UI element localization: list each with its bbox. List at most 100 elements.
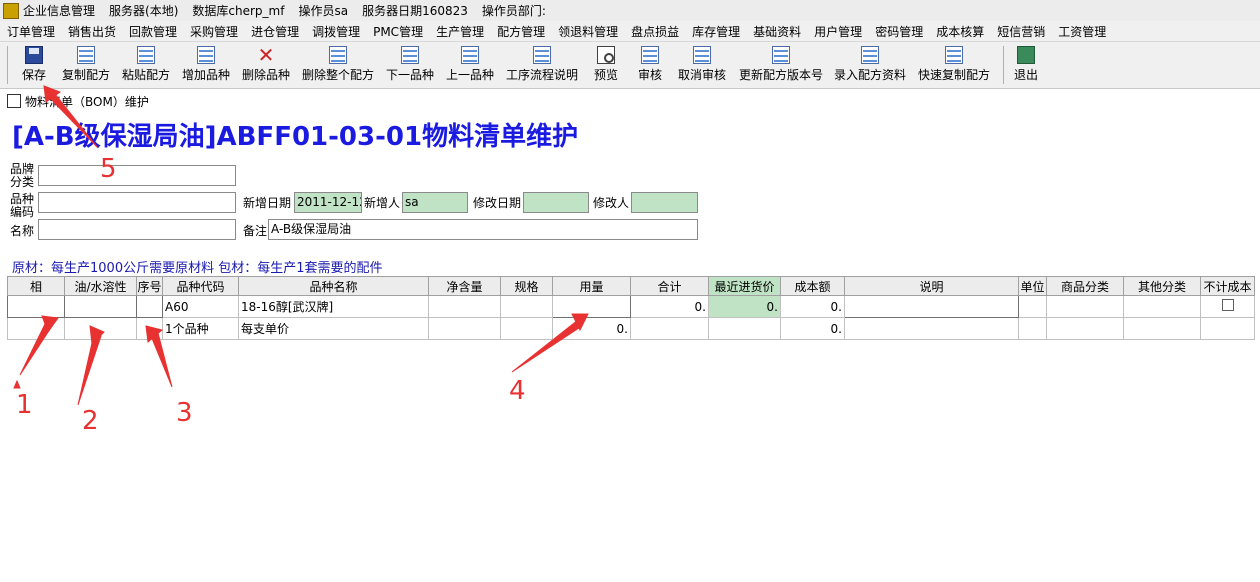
col-total[interactable]: 合计 [630, 276, 709, 296]
menu-sales[interactable]: 销售出货 [61, 23, 122, 40]
menu-formula[interactable]: 配方管理 [490, 23, 551, 40]
prev-item-button[interactable]: 上一品种 [442, 44, 498, 86]
grid-icon [77, 46, 95, 64]
col-exclude-cost[interactable]: 不计成本 [1200, 276, 1255, 296]
cell-exclude-cost[interactable] [1200, 295, 1255, 318]
paste-formula-button[interactable]: 粘贴配方 [118, 44, 174, 86]
grid-icon [861, 46, 879, 64]
menu-pmc[interactable]: PMC管理 [366, 23, 429, 40]
menu-stocktake[interactable]: 盘点损益 [624, 23, 685, 40]
update-version-button[interactable]: 更新配方版本号 [736, 44, 826, 86]
cell-solubility [64, 317, 137, 340]
server-date-label: 服务器日期160823 [362, 4, 468, 18]
col-other-category[interactable]: 其他分类 [1123, 276, 1201, 296]
next-item-button[interactable]: 下一品种 [382, 44, 438, 86]
table-row[interactable]: A60 18-16醇[武汉牌] 0. 0. 0. [7, 295, 1255, 318]
grid-icon [693, 46, 711, 64]
delete-item-button[interactable]: ✕ 删除品种 [238, 44, 294, 86]
col-last-price[interactable]: 最近进货价 [708, 276, 781, 296]
col-net-content[interactable]: 净含量 [428, 276, 501, 296]
operator-dept-label: 操作员部门: [481, 4, 546, 18]
col-spec[interactable]: 规格 [500, 276, 553, 296]
grid-icon [197, 46, 215, 64]
menu-inventory[interactable]: 库存管理 [685, 23, 746, 40]
annotation-label-1: 1 [16, 390, 33, 420]
remark-input[interactable]: A-B级保湿局油 [268, 219, 698, 240]
cell-desc[interactable] [844, 295, 1019, 318]
table-row[interactable]: 1个品种 每支单价 0. 0. [7, 317, 1255, 340]
col-desc[interactable]: 说明 [844, 276, 1019, 296]
delete-all-formula-button[interactable]: 删除整个配方 [298, 44, 378, 86]
menu-receipts[interactable]: 回款管理 [122, 23, 183, 40]
menu-production[interactable]: 生产管理 [429, 23, 490, 40]
col-phase[interactable]: 相 [7, 276, 65, 296]
cell-phase[interactable] [7, 295, 65, 318]
menu-sms[interactable]: 短信营销 [990, 23, 1051, 40]
menu-costing[interactable]: 成本核算 [929, 23, 990, 40]
creator-field: sa [402, 192, 468, 213]
item-code-input[interactable] [38, 192, 236, 213]
menu-password[interactable]: 密码管理 [868, 23, 929, 40]
window-icon [7, 94, 21, 108]
cell-spec[interactable] [500, 295, 553, 318]
brand-category-label: 品牌分类 [10, 162, 35, 189]
menu-payroll[interactable]: 工资管理 [1051, 23, 1112, 40]
grid-icon [772, 46, 790, 64]
col-item-code[interactable]: 品种代码 [162, 276, 239, 296]
save-button[interactable]: 保存 [18, 44, 50, 86]
bom-table: 相 油/水溶性 序号 品种代码 品种名称 净含量 规格 用量 合计 最近进货价 … [7, 276, 1255, 340]
copy-formula-button[interactable]: 复制配方 [58, 44, 114, 86]
cell-seq[interactable] [136, 295, 163, 318]
cell-item-name[interactable]: 18-16醇[武汉牌] [238, 295, 429, 318]
page-title: [A-B级保湿局油]ABFF01-03-01物料清单维护 [12, 122, 579, 152]
cell-unit [1018, 317, 1047, 340]
cell-other-category[interactable] [1123, 295, 1201, 318]
col-solubility[interactable]: 油/水溶性 [64, 276, 137, 296]
preview-icon [597, 46, 615, 64]
brand-category-input[interactable] [38, 165, 236, 186]
cell-net-content [428, 317, 501, 340]
col-cost[interactable]: 成本额 [780, 276, 845, 296]
process-desc-button[interactable]: 工序流程说明 [502, 44, 582, 86]
add-item-button[interactable]: 增加品种 [178, 44, 234, 86]
table-header-row: 相 油/水溶性 序号 品种代码 品种名称 净含量 规格 用量 合计 最近进货价 … [7, 276, 1255, 296]
creator-label: 新增人 [364, 196, 401, 210]
modify-date-field [523, 192, 589, 213]
menu-orders[interactable]: 订单管理 [0, 23, 61, 40]
exclude-cost-checkbox[interactable] [1221, 299, 1234, 311]
cell-item-code[interactable]: A60 [162, 295, 239, 318]
name-input[interactable] [38, 219, 236, 240]
grid-icon [461, 46, 479, 64]
col-seq[interactable]: 序号 [136, 276, 163, 296]
delete-x-icon: ✕ [257, 43, 275, 67]
cell-amount[interactable] [552, 295, 631, 318]
approve-button[interactable]: 审核 [634, 44, 666, 86]
cell-solubility[interactable] [64, 295, 137, 318]
enter-formula-button[interactable]: 录入配方资料 [832, 44, 908, 86]
menu-material-issue[interactable]: 领退料管理 [551, 23, 624, 40]
exit-button[interactable]: 退出 [1010, 44, 1042, 86]
cell-spec [500, 317, 553, 340]
cell-category[interactable] [1046, 295, 1124, 318]
menu-users[interactable]: 用户管理 [807, 23, 868, 40]
col-item-name[interactable]: 品种名称 [238, 276, 429, 296]
grid-icon [137, 46, 155, 64]
menu-warehouse-in[interactable]: 进仓管理 [244, 23, 305, 40]
server-label: 服务器(本地) [109, 4, 179, 18]
cell-unit[interactable] [1018, 295, 1047, 318]
col-amount[interactable]: 用量 [552, 276, 631, 296]
modifier-field [631, 192, 698, 213]
cell-unit-price-label: 每支单价 [238, 317, 429, 340]
quick-copy-button[interactable]: 快速复制配方 [914, 44, 994, 86]
menu-transfer[interactable]: 调拨管理 [305, 23, 366, 40]
col-unit[interactable]: 单位 [1018, 276, 1047, 296]
unapprove-button[interactable]: 取消审核 [674, 44, 730, 86]
menu-base-data[interactable]: 基础资料 [746, 23, 807, 40]
menu-purchase[interactable]: 采购管理 [183, 23, 244, 40]
cell-net-content[interactable] [428, 295, 501, 318]
col-category[interactable]: 商品分类 [1046, 276, 1124, 296]
cell-other-category [1123, 317, 1201, 340]
preview-button[interactable]: 预览 [590, 44, 622, 86]
annotation-label-4: 4 [509, 376, 526, 406]
annotation-label-5: 5 [100, 154, 117, 184]
